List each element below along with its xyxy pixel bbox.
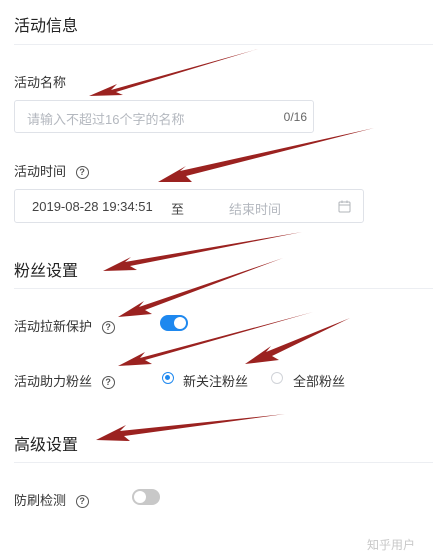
radio-new-followers[interactable] bbox=[162, 372, 174, 384]
arrow-5 bbox=[118, 312, 313, 366]
activity-time-label: 活动时间 bbox=[14, 164, 67, 179]
end-time-placeholder[interactable]: 结束时间 bbox=[229, 199, 281, 218]
new-user-protection-toggle[interactable] bbox=[160, 315, 188, 331]
help-icon[interactable]: ? bbox=[75, 495, 89, 509]
activity-name-placeholder: 请输入不超过16个字的名称 bbox=[27, 112, 185, 127]
section-divider bbox=[14, 288, 433, 289]
arrow-3 bbox=[103, 232, 302, 271]
arrow-2 bbox=[158, 128, 374, 182]
anti-fraud-label: 防刷检测 bbox=[14, 493, 67, 508]
activity-name-label: 活动名称 bbox=[14, 75, 67, 90]
radio-all-fans[interactable] bbox=[271, 372, 283, 384]
new-user-protection-label: 活动拉新保护 bbox=[14, 319, 93, 334]
assist-fans-label: 活动助力粉丝 bbox=[14, 374, 93, 389]
section-title-advanced-settings: 高级设置 bbox=[14, 437, 79, 454]
activity-name-input[interactable]: 请输入不超过16个字的名称 0/16 bbox=[14, 100, 314, 133]
anti-fraud-toggle[interactable] bbox=[132, 489, 160, 505]
arrow-1 bbox=[89, 49, 258, 96]
help-icon[interactable]: ? bbox=[101, 321, 115, 335]
arrow-6 bbox=[245, 318, 350, 364]
assist-fans-label-row: 活动助力粉丝 ? bbox=[14, 371, 115, 390]
range-separator: 至 bbox=[171, 202, 185, 217]
activity-time-range-picker[interactable]: 2019-08-28 19:34:51 至 结束时间 bbox=[14, 189, 364, 223]
activity-name-counter: 0/16 bbox=[283, 110, 307, 124]
section-divider bbox=[14, 462, 433, 463]
radio-label-new-followers[interactable]: 新关注粉丝 bbox=[183, 371, 248, 390]
watermark-text: 知乎用户 bbox=[367, 538, 416, 552]
help-icon[interactable]: ? bbox=[101, 376, 115, 390]
toggle-knob bbox=[174, 317, 186, 329]
section-title-fans-settings: 粉丝设置 bbox=[14, 263, 79, 280]
section-title-activity-info: 活动信息 bbox=[14, 18, 79, 35]
radio-dot bbox=[165, 375, 170, 380]
activity-time-label-row: 活动时间 ? bbox=[14, 161, 89, 180]
anti-fraud-label-row: 防刷检测 ? bbox=[14, 490, 89, 509]
arrow-7 bbox=[96, 414, 285, 441]
section-divider bbox=[14, 44, 433, 45]
start-time-value[interactable]: 2019-08-28 19:34:51 bbox=[32, 199, 153, 214]
radio-label-all-fans[interactable]: 全部粉丝 bbox=[293, 371, 345, 390]
calendar-icon[interactable] bbox=[338, 200, 351, 213]
toggle-knob bbox=[134, 491, 146, 503]
help-icon[interactable]: ? bbox=[75, 166, 89, 180]
new-user-protection-label-row: 活动拉新保护 ? bbox=[14, 316, 115, 335]
